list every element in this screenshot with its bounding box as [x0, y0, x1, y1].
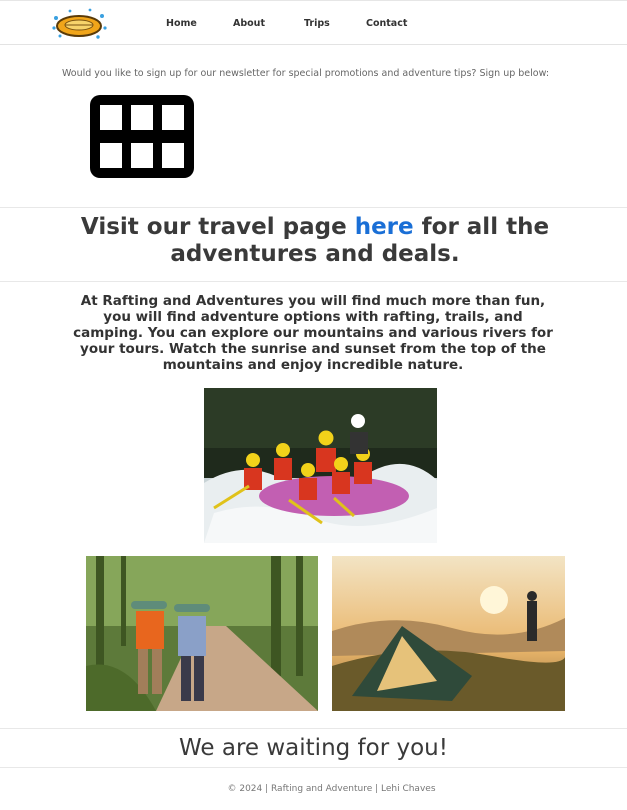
about-paragraph: At Rafting and Adventures you will find …	[73, 293, 553, 373]
camping-photo	[332, 556, 565, 711]
divider	[0, 207, 627, 208]
divider	[0, 281, 627, 282]
travel-heading: Visit our travel page here for all the a…	[60, 214, 570, 268]
travel-page-link[interactable]: here	[355, 214, 414, 240]
newsletter-text: Would you like to sign up for our newsle…	[61, 68, 550, 79]
travel-text-before: Visit our travel page	[80, 214, 355, 240]
raft-logo-icon[interactable]	[50, 6, 108, 44]
nav-contact[interactable]: Contact	[366, 18, 407, 29]
rafting-photo	[204, 388, 437, 543]
hiking-photo	[86, 556, 318, 711]
grid-icon[interactable]	[90, 95, 194, 178]
divider	[0, 728, 627, 729]
closing-heading: We are waiting for you!	[179, 735, 448, 761]
nav-trips[interactable]: Trips	[304, 18, 330, 29]
nav-about[interactable]: About	[233, 18, 265, 29]
nav-home[interactable]: Home	[166, 18, 197, 29]
footer-text: © 2024 | Rafting and Adventure | Lehi Ch…	[227, 784, 436, 794]
divider	[0, 767, 627, 768]
